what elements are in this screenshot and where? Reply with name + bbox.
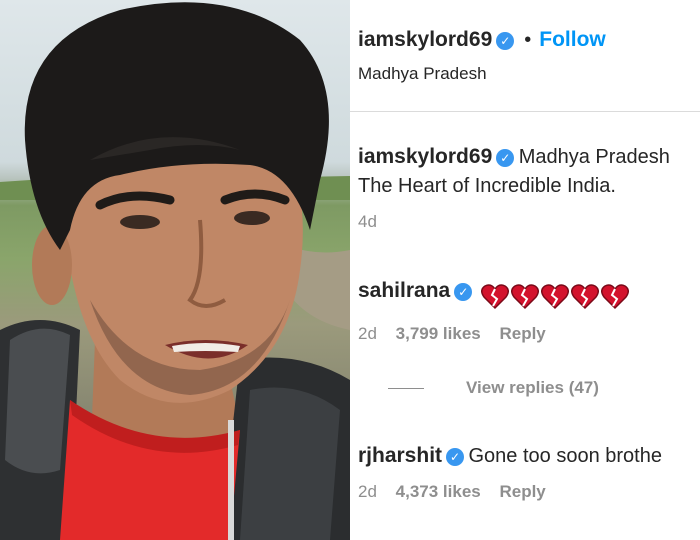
broken-heart-icon [570, 284, 599, 309]
caption-text-line1: Madhya Pradesh [518, 146, 670, 168]
broken-heart-icon [540, 284, 569, 309]
caption-text-line2: The Heart of Incredible India. [358, 175, 616, 197]
comment-likes[interactable]: 4,373 likes [396, 482, 481, 501]
post-header: iamskylord69 ✓ • Follow Madhya Pradesh [350, 0, 700, 112]
view-replies-button[interactable]: View replies (47) [388, 378, 599, 398]
comment-time[interactable]: 2d [358, 482, 377, 501]
author-username[interactable]: iamskylord69 [358, 28, 492, 51]
replies-divider-line [388, 388, 424, 390]
post-sidebar: iamskylord69 ✓ • Follow Madhya Pradesh iams… [350, 0, 700, 540]
broken-heart-icon [600, 284, 629, 309]
comment-rjharshit: rjharshit ✓ Gone too soon brothe 2d 4,373… [358, 444, 700, 502]
comment-meta: 2d 4,373 likes Reply [358, 482, 700, 502]
caption-time[interactable]: 4d [358, 212, 377, 231]
comment-emojis [480, 284, 631, 310]
comment-username[interactable]: rjharshit [358, 444, 442, 467]
caption-meta: 4d [358, 212, 700, 232]
view-replies-label[interactable]: View replies (47) [466, 378, 599, 397]
comment-likes[interactable]: 3,799 likes [396, 324, 481, 343]
reply-button[interactable]: Reply [499, 482, 545, 501]
location-link[interactable]: Madhya Pradesh [358, 64, 487, 84]
verified-icon: ✓ [454, 283, 473, 301]
broken-heart-icon [510, 284, 539, 309]
caption: iamskylord69 ✓ Madhya Pradesh The Heart o… [358, 145, 700, 232]
follow-button[interactable]: Follow [539, 28, 606, 51]
comment-time[interactable]: 2d [358, 324, 377, 343]
verified-icon: ✓ [446, 448, 465, 466]
comment-sahilrana: sahilrana ✓ 2d 3,799 likes Reply [358, 279, 700, 344]
comment-meta: 2d 3,799 likes Reply [358, 324, 700, 344]
reply-button[interactable]: Reply [499, 324, 545, 343]
verified-icon: ✓ [496, 149, 515, 167]
comment-text: Gone too soon brothe [468, 445, 662, 467]
verified-icon: ✓ [496, 32, 515, 50]
comment-username[interactable]: sahilrana [358, 279, 450, 302]
caption-username[interactable]: iamskylord69 [358, 145, 492, 168]
selfie-image [0, 2, 350, 540]
separator-dot: • [524, 29, 532, 51]
post-photo [0, 0, 350, 540]
broken-heart-icon [480, 284, 509, 309]
header-row: iamskylord69 ✓ • Follow [358, 28, 606, 52]
